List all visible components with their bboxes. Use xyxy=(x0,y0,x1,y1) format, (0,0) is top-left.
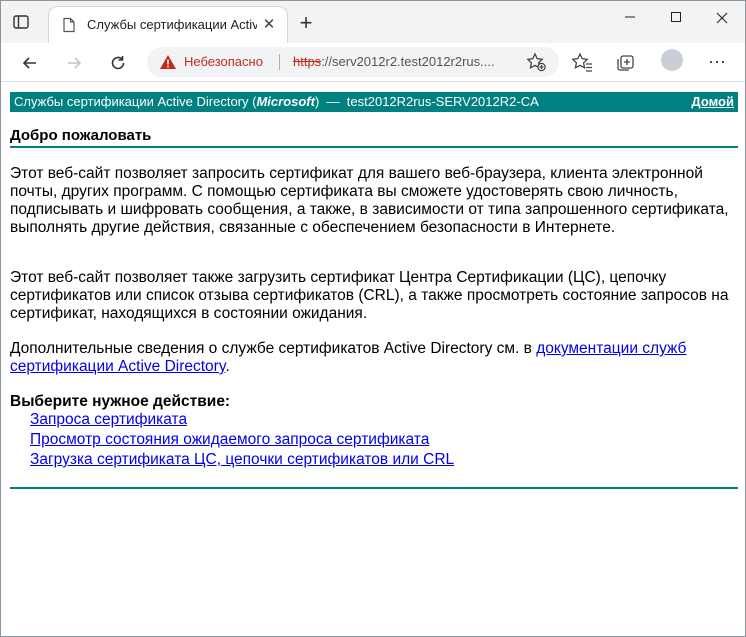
view-pending-request-link[interactable]: Просмотр состояния ожидаемого запроса се… xyxy=(30,430,454,450)
maximize-icon xyxy=(671,11,681,22)
intro-paragraph: Этот веб-сайт позволяет запросить сертиф… xyxy=(10,165,729,236)
request-certificate-link[interactable]: Запроса сертификата xyxy=(30,410,454,430)
page-header-bar: Службы сертификации Active Directory (Mi… xyxy=(10,92,738,112)
address-bar[interactable]: Небезопасно https://serv2012r2.test2012r… xyxy=(147,47,559,77)
warning-icon[interactable] xyxy=(159,54,177,70)
more-info-paragraph: Дополнительные сведения о службе сертифи… xyxy=(10,340,730,376)
forward-icon[interactable] xyxy=(62,50,86,74)
favorites-icon[interactable] xyxy=(570,50,594,74)
profile-avatar[interactable] xyxy=(661,49,683,71)
close-window-icon[interactable] xyxy=(699,1,745,33)
minimize-button[interactable] xyxy=(607,1,653,33)
url-scheme: https xyxy=(293,54,322,69)
choose-action-heading: Выберите нужное действие: xyxy=(10,393,231,410)
download-ca-cert-link[interactable]: Загрузка сертификата ЦС, цепочки сертифи… xyxy=(30,450,454,470)
tab-active[interactable]: Службы сертификации Active Directory ✕ xyxy=(49,7,287,43)
page-icon xyxy=(61,17,77,33)
header-service-suffix: ) xyxy=(314,94,320,109)
url-text[interactable]: https://serv2012r2.test2012r2rus.... xyxy=(293,54,511,69)
browser-window: Службы сертификации Active Directory ✕ + xyxy=(0,0,746,637)
header-separator: — xyxy=(326,94,340,109)
more-info-text: Дополнительные сведения о службе сертифи… xyxy=(10,340,537,357)
collections-icon[interactable] xyxy=(614,50,638,74)
download-paragraph: Этот веб-сайт позволяет также загрузить … xyxy=(10,269,729,322)
divider xyxy=(279,54,280,70)
security-status[interactable]: Небезопасно xyxy=(184,54,263,69)
top-divider xyxy=(10,146,738,148)
action-list: Запроса сертификата Просмотр состояния о… xyxy=(30,410,454,470)
more-menu-icon[interactable]: ··· xyxy=(705,50,729,74)
more-info-end: . xyxy=(225,358,230,375)
close-tab-icon[interactable]: ✕ xyxy=(259,15,279,35)
header-ca-name: test2012R2rus-SERV2012R2-CA xyxy=(346,94,539,109)
back-icon[interactable] xyxy=(18,50,42,74)
home-link[interactable]: Домой xyxy=(691,92,734,112)
bottom-divider xyxy=(10,487,738,489)
new-tab-button[interactable]: + xyxy=(295,12,317,35)
welcome-heading: Добро пожаловать xyxy=(10,127,152,144)
header-vendor: Microsoft xyxy=(256,94,315,109)
page-content: Службы сертификации Active Directory (Mi… xyxy=(1,82,745,636)
tab-title: Службы сертификации Active Directory xyxy=(87,17,257,32)
url-rest: ://serv2012r2.test2012r2rus.... xyxy=(321,54,495,69)
add-favorite-icon[interactable] xyxy=(525,51,547,73)
refresh-icon[interactable] xyxy=(106,50,130,74)
header-title: Службы сертификации Active Directory (Mi… xyxy=(14,92,539,112)
maximize-button[interactable] xyxy=(653,1,699,33)
header-service-prefix: Службы сертификации Active Directory ( xyxy=(14,94,257,109)
sidebar-toggle-icon[interactable] xyxy=(11,12,31,32)
toolbar: Небезопасно https://serv2012r2.test2012r… xyxy=(1,43,745,82)
